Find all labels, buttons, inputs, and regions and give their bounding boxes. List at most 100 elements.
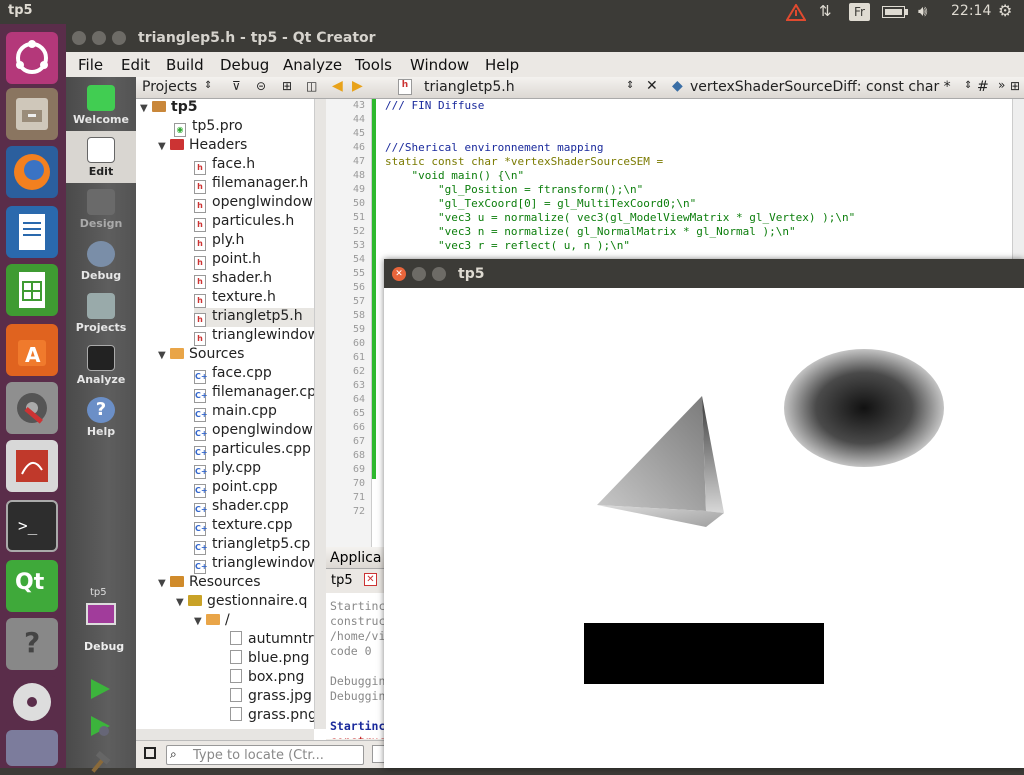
gl-scene[interactable] <box>384 288 1024 768</box>
filter-icon[interactable]: ⊽ <box>232 79 241 93</box>
minimize-icon[interactable] <box>92 31 106 45</box>
tree-prefix[interactable]: ▼ / <box>194 612 230 631</box>
symbol-selector[interactable]: vertexShaderSourceDiff: const char * <box>690 79 962 95</box>
mode-projects[interactable]: Projects <box>66 287 136 339</box>
clock[interactable]: 22:14 <box>951 3 991 19</box>
tree-source-file[interactable]: C+ filemanager.cp <box>194 384 314 403</box>
dvd-icon[interactable] <box>6 676 58 728</box>
tree-resource-file[interactable]: grass.jpg <box>230 688 312 707</box>
chevron-updown-icon[interactable]: ⇕ <box>204 80 212 91</box>
forward-arrow-icon[interactable]: ▶ <box>352 78 363 94</box>
tree-sources[interactable]: ▼ Sources <box>158 346 244 365</box>
tree-scrollbar[interactable] <box>314 99 326 729</box>
maximize-icon[interactable] <box>432 267 446 281</box>
tree-header-file[interactable]: h texture.h <box>194 289 276 308</box>
tree-header-file[interactable]: h face.h <box>194 156 255 175</box>
more-icon[interactable]: » <box>998 78 1005 92</box>
hash-button[interactable]: # <box>977 79 989 95</box>
close-icon[interactable] <box>72 31 86 45</box>
menu-debug[interactable]: Debug <box>220 56 269 74</box>
tree-header-file[interactable]: h filemanager.h <box>194 175 308 194</box>
tree-header-file[interactable]: h openglwindow <box>194 194 313 213</box>
settings-gear-icon[interactable]: ⚙ <box>998 1 1012 20</box>
menu-tools[interactable]: Tools <box>355 56 392 74</box>
open-file-tab[interactable]: triangletp5.h <box>424 79 515 95</box>
document-viewer-icon[interactable] <box>6 440 58 492</box>
tree-resource-file[interactable]: box.png <box>230 669 304 688</box>
tree-header-file[interactable]: h shader.h <box>194 270 272 289</box>
files-icon[interactable] <box>6 88 58 140</box>
debug-run-icon[interactable] <box>88 714 112 738</box>
maximize-icon[interactable] <box>112 31 126 45</box>
menu-build[interactable]: Build <box>166 56 204 74</box>
tree-qrc-file[interactable]: ▼ gestionnaire.q <box>176 593 307 612</box>
monitor-icon[interactable] <box>86 603 116 625</box>
menu-file[interactable]: File <box>78 56 103 74</box>
tree-source-file[interactable]: C+ triangletp5.cp <box>194 536 310 555</box>
file-chevron-icon[interactable]: ⇕ <box>626 80 634 91</box>
build-hammer-icon[interactable] <box>88 751 112 775</box>
menu-edit[interactable]: Edit <box>121 56 150 74</box>
tree-header-file[interactable]: h triangletp5.h <box>194 308 314 327</box>
tree-pro-file[interactable]: ◉ tp5.pro <box>174 118 243 137</box>
mode-debug[interactable]: Debug <box>66 235 136 287</box>
tree-resource-file[interactable]: autumntr <box>230 631 314 650</box>
tree-headers[interactable]: ▼ Headers <box>158 137 247 156</box>
help-icon[interactable]: ? <box>6 618 58 670</box>
split-icon[interactable]: ⊞ <box>282 79 292 93</box>
system-settings-icon[interactable] <box>6 382 58 434</box>
tree-source-file[interactable]: C+ particules.cpp <box>194 441 311 460</box>
tree-resource-file[interactable]: grass.png <box>230 707 314 726</box>
warning-icon[interactable] <box>786 4 806 21</box>
firefox-icon[interactable] <box>6 146 58 198</box>
libreoffice-writer-icon[interactable] <box>6 206 58 258</box>
libreoffice-calc-icon[interactable] <box>6 264 58 316</box>
close-file-icon[interactable]: ✕ <box>646 78 658 94</box>
software-center-icon[interactable]: A <box>6 324 58 376</box>
menu-window[interactable]: Window <box>410 56 469 74</box>
link-icon[interactable]: ⊝ <box>256 79 266 93</box>
close-icon[interactable]: ✕ <box>392 267 406 281</box>
locator-input[interactable]: ⌕ Type to locate (Ctr... <box>166 745 364 765</box>
mode-analyze[interactable]: Analyze <box>66 339 136 391</box>
tree-resource-file[interactable]: blue.png <box>230 650 309 669</box>
mode-help[interactable]: ? Help <box>66 391 136 443</box>
tree-source-file[interactable]: C+ trianglewindow <box>194 555 314 574</box>
run-icon[interactable] <box>88 677 112 701</box>
tree-header-file[interactable]: h point.h <box>194 251 261 270</box>
tree-resources[interactable]: ▼ Resources <box>158 574 261 593</box>
symbol-chevron-icon[interactable]: ⇕ <box>964 80 972 91</box>
tree-header-file[interactable]: h ply.h <box>194 232 244 251</box>
projects-view-selector[interactable]: Projects <box>142 79 197 95</box>
tree-source-file[interactable]: C+ face.cpp <box>194 365 272 384</box>
mode-design[interactable]: Design <box>66 183 136 235</box>
battery-icon[interactable] <box>882 6 908 18</box>
terminal-icon[interactable]: >_ <box>6 500 58 552</box>
split-editor-icon[interactable]: ⊞ <box>1010 79 1020 93</box>
output-tab-tp5[interactable]: tp5 <box>331 573 353 588</box>
menu-analyze[interactable]: Analyze <box>283 56 342 74</box>
toggle-sidebar-icon[interactable] <box>144 747 156 759</box>
tree-source-file[interactable]: C+ ply.cpp <box>194 460 261 479</box>
tree-source-file[interactable]: C+ openglwindow <box>194 422 313 441</box>
menu-help[interactable]: Help <box>485 56 519 74</box>
ubuntu-dash-icon[interactable] <box>6 32 58 84</box>
qt-creator-icon[interactable]: Qt <box>6 560 58 612</box>
minimize-icon[interactable] <box>412 267 426 281</box>
trash-icon[interactable] <box>6 730 58 766</box>
tree-hscrollbar[interactable] <box>136 729 314 740</box>
mode-welcome[interactable]: Welcome <box>66 79 136 131</box>
volume-icon[interactable]: 🔊︎ <box>918 2 927 20</box>
back-arrow-icon[interactable]: ◀ <box>332 78 343 94</box>
tree-header-file[interactable]: h trianglewindow <box>194 327 314 346</box>
tree-source-file[interactable]: C+ texture.cpp <box>194 517 293 536</box>
tree-source-file[interactable]: C+ shader.cpp <box>194 498 289 517</box>
close-sidebar-icon[interactable]: ◫ <box>306 79 317 93</box>
network-icon[interactable]: ⇅ <box>819 2 832 20</box>
tree-source-file[interactable]: C+ main.cpp <box>194 403 277 422</box>
tree-root[interactable]: ▼ tp5 <box>140 99 197 118</box>
tree-header-file[interactable]: h particules.h <box>194 213 294 232</box>
tree-source-file[interactable]: C+ point.cpp <box>194 479 278 498</box>
mode-edit[interactable]: Edit <box>66 131 136 183</box>
keyboard-layout-indicator[interactable]: Fr <box>849 3 870 21</box>
